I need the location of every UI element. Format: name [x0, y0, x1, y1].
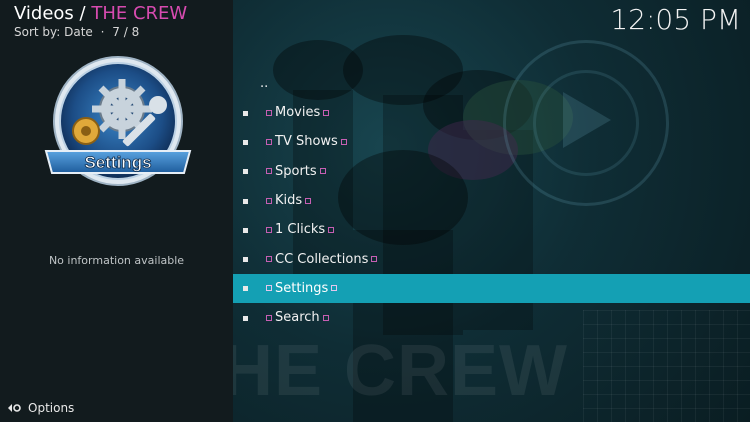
decoration-square-icon	[266, 285, 272, 292]
list-bullet-icon	[243, 110, 248, 116]
options-label: Options	[28, 401, 75, 415]
decoration-square-icon	[266, 168, 272, 175]
parent-folder-label: ..	[260, 75, 269, 91]
options-icon	[8, 404, 21, 412]
list-item-label: 1 Clicks	[275, 222, 326, 238]
decoration-square-icon	[266, 138, 272, 145]
no-info-text: No information available	[48, 254, 185, 267]
decoration-square-icon	[328, 226, 335, 233]
list-item-label: Sports	[275, 163, 317, 179]
breadcrumb-separator: /	[73, 3, 92, 24]
breadcrumb-addon: THE CREW	[91, 3, 188, 24]
list-item-settings[interactable]: Settings	[233, 273, 750, 304]
decoration-square-icon	[322, 314, 329, 321]
clock: 12:05 PM	[610, 3, 741, 36]
list-item-sports[interactable]: Sports	[233, 157, 750, 186]
list-bullet-icon	[243, 169, 248, 175]
list-item-label: Settings	[275, 280, 329, 296]
decoration-square-icon	[319, 168, 326, 175]
list-bullet-icon	[243, 227, 248, 233]
breadcrumb: Videos / THE CREW Sort by: Date · 7 / 8	[14, 3, 187, 39]
list-item-kids[interactable]: Kids	[233, 186, 750, 215]
sort-label: Sort by: Date	[14, 25, 93, 39]
list-item-tv-shows[interactable]: TV Shows	[233, 127, 750, 156]
decoration-square-icon	[331, 285, 338, 292]
settings-thumbnail: Settings	[44, 56, 192, 186]
list-item-label: Search	[275, 310, 320, 326]
options-button[interactable]: Options	[6, 399, 74, 417]
list-item-label-group: Movies	[263, 105, 332, 120]
background-brand-text: HE CREW	[233, 331, 568, 411]
list-bullet-icon	[243, 286, 248, 292]
list-item-label-group: 1 Clicks	[263, 222, 337, 237]
list-bullet-icon	[243, 198, 248, 204]
decoration-square-icon	[266, 197, 272, 204]
sort-separator-dot: ·	[100, 25, 105, 39]
file-list: .. Movies TV Shows Sports Kids 1 Clicks CC Co…	[233, 68, 750, 332]
breadcrumb-section: Videos	[14, 3, 74, 24]
list-item-1-clicks[interactable]: 1 Clicks	[233, 215, 750, 244]
item-position: 7 / 8	[112, 25, 140, 39]
list-item-label: TV Shows	[275, 134, 338, 150]
decoration-square-icon	[305, 197, 312, 204]
page-title: Videos / THE CREW	[14, 3, 187, 25]
list-item-label: Kids	[275, 193, 303, 209]
decoration-square-icon	[371, 256, 378, 263]
list-bullet-icon	[243, 315, 248, 321]
list-item-label-group: CC Collections	[263, 252, 380, 267]
list-item-label-group: Search	[263, 310, 332, 325]
list-item-search[interactable]: Search	[233, 303, 750, 332]
sort-status: Sort by: Date · 7 / 8	[14, 25, 187, 39]
decoration-square-icon	[266, 226, 272, 233]
decoration-square-icon	[323, 109, 330, 116]
list-item-movies[interactable]: Movies	[233, 98, 750, 127]
list-item-label: Movies	[275, 105, 321, 121]
info-panel: Videos / THE CREW Sort by: Date · 7 / 8	[0, 0, 233, 422]
list-item-label: CC Collections	[275, 251, 369, 267]
decoration-square-icon	[266, 256, 272, 263]
list-item-label-group: Settings	[263, 281, 340, 296]
list-item-label-group: TV Shows	[263, 134, 350, 149]
small-gear-icon	[72, 117, 100, 145]
list-bullet-icon	[243, 139, 248, 145]
thumbnail-label: Settings	[84, 153, 151, 172]
decoration-square-icon	[266, 109, 272, 116]
list-bullet-icon	[243, 257, 248, 263]
decoration-square-icon	[340, 138, 347, 145]
list-item-label-group: Kids	[263, 193, 314, 208]
decoration-square-icon	[266, 314, 272, 321]
list-item-cc-collections[interactable]: CC Collections	[233, 244, 750, 273]
list-item-label-group: Sports	[263, 164, 329, 179]
list-item-parent[interactable]: ..	[233, 68, 750, 98]
